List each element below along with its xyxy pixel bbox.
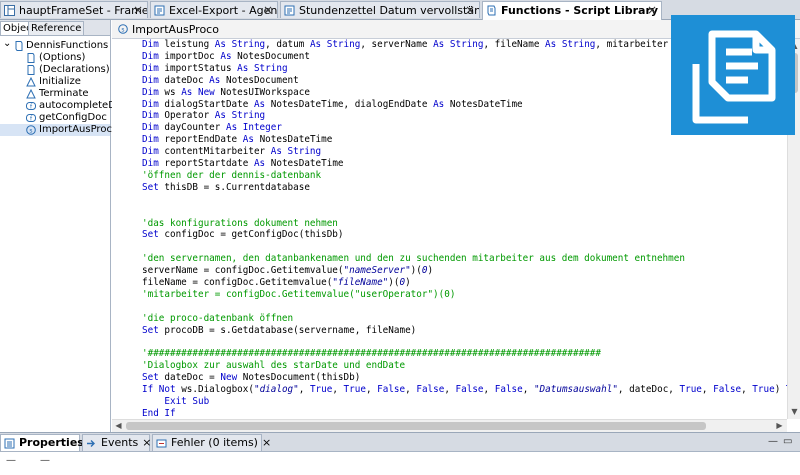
code-line[interactable]: serverName = configDoc.Getitemvalue("nam…	[142, 265, 433, 277]
code-line[interactable]: Dim reportStartdate As NotesDateTime	[142, 158, 344, 170]
function-icon: f	[26, 102, 36, 111]
close-icon[interactable]: ×	[133, 2, 143, 18]
tree-item-terminate[interactable]: Terminate	[0, 88, 110, 100]
status-icon: —	[6, 455, 16, 466]
editor-title: ImportAusProco	[132, 23, 219, 36]
tab-label: hauptFrameSet - Frameset	[19, 4, 148, 17]
tab-properties[interactable]: Properties×	[0, 434, 97, 451]
minimize-icon[interactable]: —	[768, 436, 778, 447]
tab-label: Fehler (0 items)	[171, 436, 258, 449]
events-icon	[87, 440, 95, 447]
horizontal-scroll-thumb[interactable]	[126, 422, 706, 430]
close-icon[interactable]: ×	[142, 436, 151, 449]
code-line[interactable]: Dim dialogStartDate As NotesDateTime, di…	[142, 99, 523, 111]
frameset-icon	[4, 5, 15, 16]
triangle-icon	[26, 77, 36, 87]
object-tree: ⌄ DennisFunctions (Options) (Declaration…	[0, 38, 132, 136]
tree-item-getconfigdoc[interactable]: f getConfigDoc	[0, 112, 110, 124]
tab-label: Events	[101, 436, 139, 449]
tree-label: (Declarations)	[39, 64, 110, 75]
code-line[interactable]: 'die proco-datenbank öffnen	[142, 313, 293, 325]
objects-panel: Objects Reference ⌄ DennisFunctions (Opt…	[0, 20, 132, 432]
code-line[interactable]: 'öffnen der der dennis-datenbank	[142, 170, 321, 182]
agent-icon	[154, 5, 165, 16]
tab-events[interactable]: Events ×	[82, 434, 151, 451]
tree-label: (Options)	[39, 52, 86, 63]
code-line[interactable]: 'Dialogbox zur auswahl des starDate und …	[142, 360, 405, 372]
svg-text:s: s	[29, 128, 32, 135]
code-line[interactable]: 'den servernamen, den datanbankenamen un…	[142, 253, 685, 265]
code-line[interactable]: 'mitarbeiter = configDoc.Getitemvalue("u…	[142, 289, 455, 301]
code-line[interactable]: fileName = configDoc.Getitemvalue("fileN…	[142, 277, 411, 289]
code-line[interactable]: Dim ws As New NotesUIWorkspace	[142, 87, 310, 99]
objects-panel-tabs: Objects Reference	[0, 20, 110, 36]
expand-icon[interactable]: ⌄	[3, 38, 11, 50]
document-icon	[27, 53, 35, 63]
tab-hauptframeset[interactable]: hauptFrameSet - Frameset ×	[0, 1, 148, 18]
properties-icon	[4, 438, 15, 449]
tree-item-dennisfunctions[interactable]: ⌄ DennisFunctions	[0, 38, 110, 52]
agent-icon	[284, 5, 295, 16]
script-library-icon	[15, 41, 23, 51]
function-icon: f	[26, 114, 36, 123]
tab-stundenzettel[interactable]: Stundenzettel Datum vervollständige... ×	[280, 1, 480, 18]
tab-label: Functions - Script Library	[501, 4, 659, 17]
tree-item-autocompletedate[interactable]: f autocompleteDate	[0, 100, 132, 112]
scroll-right-icon[interactable]: ▶	[774, 420, 785, 431]
tree-item-importausproco[interactable]: s ImportAusProco	[0, 124, 118, 136]
code-line[interactable]: Set thisDB = s.Currentdatabase	[142, 182, 310, 194]
code-line[interactable]: Set configDoc = getConfigDoc(thisDb)	[142, 229, 344, 241]
sub-icon: s	[26, 125, 36, 135]
triangle-icon	[26, 89, 36, 99]
code-line[interactable]: '#######################################…	[142, 348, 601, 360]
code-line[interactable]: Dim contentMitarbeiter As String	[142, 146, 321, 158]
script-library-icon	[487, 5, 496, 16]
tree-item-declarations[interactable]: (Declarations)	[0, 64, 110, 76]
tab-label: Excel-Export - Agent	[169, 4, 278, 17]
scroll-down-icon[interactable]: ▼	[789, 406, 800, 417]
code-line[interactable]: Set dateDoc = New NotesDocument(thisDb)	[142, 372, 360, 384]
code-line[interactable]: Dim reportEndDate As NotesDateTime	[142, 134, 332, 146]
properties-content: — —	[0, 452, 800, 475]
bottom-panel: Properties× Events× Fehler (0 items)× — …	[0, 432, 800, 475]
status-icon: —	[40, 455, 50, 466]
close-icon[interactable]: ×	[262, 436, 271, 449]
app-logo-icon	[671, 15, 795, 135]
tab-label: Stundenzettel Datum vervollständige...	[299, 4, 480, 17]
code-line[interactable]: Dim Operator As String	[142, 110, 265, 122]
close-icon[interactable]: ×	[263, 2, 273, 18]
code-line[interactable]: Set procoDB = s.Getdatabase(servername, …	[142, 325, 416, 337]
errors-icon	[156, 439, 167, 448]
tab-functions-script-library[interactable]: Functions - Script Library ×	[482, 1, 662, 20]
tree-label: ImportAusProco	[39, 124, 119, 135]
tab-label: Properties	[19, 436, 84, 449]
code-line[interactable]: Dim importDoc As NotesDocument	[142, 51, 310, 63]
tree-label: getConfigDoc	[39, 112, 107, 123]
tree-label: Initialize	[39, 76, 81, 87]
svg-text:s: s	[121, 27, 124, 34]
code-line[interactable]: End If	[142, 408, 176, 419]
tab-reference[interactable]: Reference	[28, 21, 85, 35]
code-line[interactable]: Exit Sub	[142, 396, 209, 408]
bottom-tab-bar: Properties× Events× Fehler (0 items)× — …	[0, 433, 800, 452]
horizontal-scrollbar[interactable]: ◀ ▶	[112, 419, 787, 432]
code-line[interactable]: Dim dateDoc As NotesDocument	[142, 75, 299, 87]
code-line[interactable]: 'das konfigurations dokument nehmen	[142, 218, 338, 230]
code-line[interactable]: Dim importStatus As String	[142, 63, 288, 75]
sub-icon: s	[118, 24, 128, 34]
scroll-left-icon[interactable]: ◀	[113, 420, 124, 431]
tab-excel-export[interactable]: Excel-Export - Agent ×	[150, 1, 278, 18]
maximize-icon[interactable]: ▭	[783, 436, 792, 447]
tree-label: Terminate	[39, 88, 89, 99]
tree-item-options[interactable]: (Options)	[0, 52, 110, 64]
document-icon	[27, 65, 35, 75]
code-line[interactable]: Dim leistung As String, datum As String,…	[142, 39, 724, 51]
code-line[interactable]: If Not ws.Dialogbox("dialog", True, True…	[142, 384, 787, 396]
tab-fehler[interactable]: Fehler (0 items) ×	[152, 434, 271, 451]
tree-item-initialize[interactable]: Initialize	[0, 76, 110, 88]
close-icon[interactable]: ×	[647, 2, 657, 19]
code-line[interactable]: Dim dayCounter As Integer	[142, 122, 282, 134]
close-icon[interactable]: ×	[465, 2, 475, 18]
tree-label: DennisFunctions	[26, 40, 109, 51]
